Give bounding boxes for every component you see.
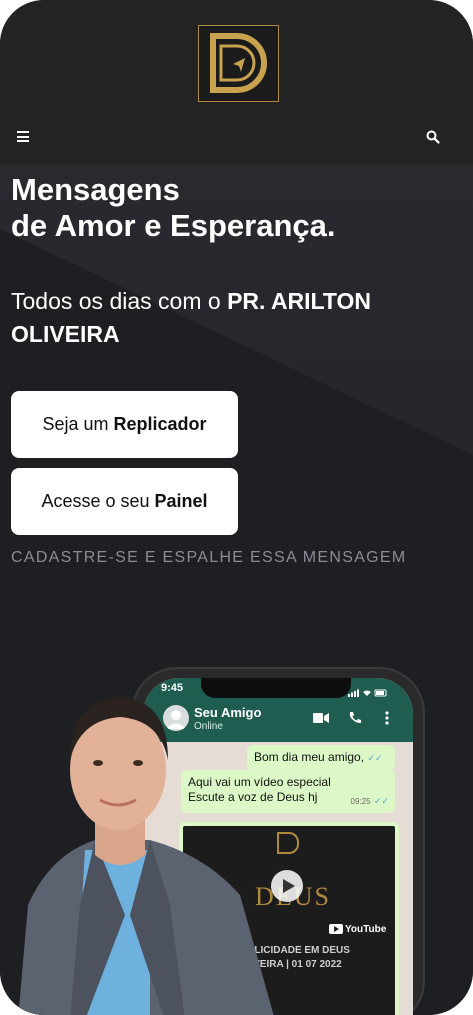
hero-subtitle: Todos os dias com o PR. ARILTON OLIVEIRA [11, 285, 461, 351]
brand-logo-icon [210, 33, 267, 93]
panel-button[interactable]: Acesse o seu Painel [11, 468, 238, 535]
brand-logo[interactable] [198, 25, 279, 102]
app-frame: Mensagens de Amor e Esperança. Todos os … [0, 0, 473, 1015]
hamburger-menu-icon[interactable] [17, 131, 29, 142]
replicator-button-bold: Replicador [113, 414, 207, 434]
youtube-icon [329, 924, 343, 935]
read-ticks-icon: ✓✓ [367, 753, 383, 763]
youtube-badge: YouTube [329, 924, 386, 935]
replicator-button[interactable]: Seja um Replicador [11, 391, 238, 458]
phone-call-icon[interactable] [348, 711, 362, 730]
panel-button-prefix: Acesse o seu [41, 491, 150, 511]
video-call-icon[interactable] [313, 711, 329, 729]
hero-title-line2: de Amor e Esperança. [11, 208, 336, 243]
read-ticks-icon: ✓✓ [373, 796, 389, 806]
hero-title-line1: Mensagens [11, 172, 180, 207]
signup-cta-text: CADASTRE-SE E ESPALHE ESSA MENSAGEM [11, 549, 407, 566]
more-options-icon[interactable] [385, 711, 389, 730]
hero-subtitle-prefix: Todos os dias com o [11, 288, 221, 314]
panel-button-bold: Painel [154, 491, 208, 511]
search-icon[interactable] [426, 130, 440, 144]
hero-title: Mensagens de Amor e Esperança. [11, 172, 461, 244]
message-2-time: 09:25 [350, 797, 371, 806]
pastor-portrait [0, 675, 300, 1015]
replicator-button-prefix: Seja um [42, 414, 109, 434]
status-icons [348, 684, 388, 697]
youtube-label: YouTube [345, 924, 387, 935]
